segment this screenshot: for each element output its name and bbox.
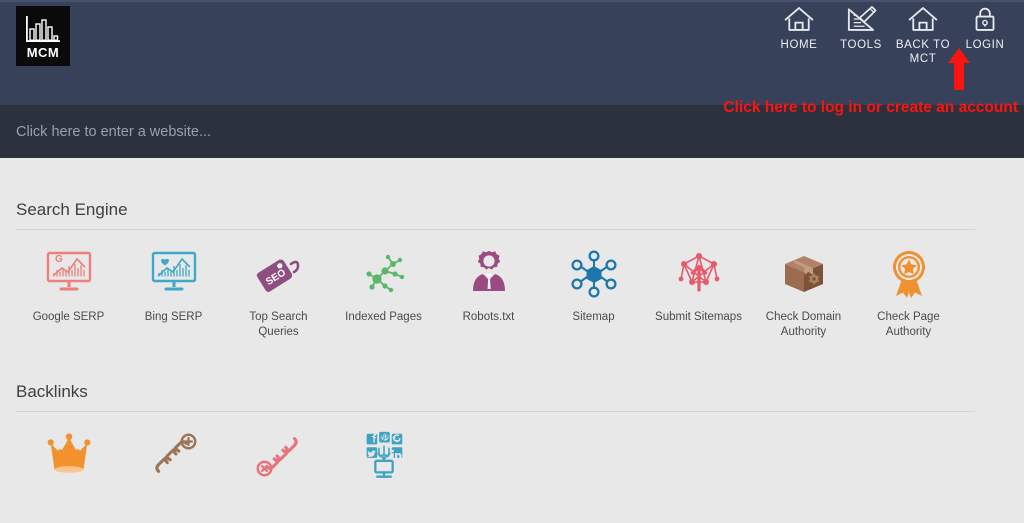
home-icon bbox=[908, 7, 938, 31]
tile-label: Top Search Queries bbox=[249, 311, 308, 338]
bar-chart-icon bbox=[26, 16, 60, 42]
section-backlinks: Backlinks bbox=[16, 340, 1008, 490]
tile-grid-backlinks bbox=[16, 412, 1008, 490]
network-nodes-icon bbox=[365, 254, 404, 293]
package-box-icon bbox=[784, 256, 823, 292]
tile-backlink-social[interactable] bbox=[331, 428, 436, 490]
tile-label: Submit Sitemaps bbox=[655, 311, 742, 323]
tile-check-domain-authority[interactable]: Check Domain Authority bbox=[751, 246, 856, 340]
tile-label: Robots.txt bbox=[462, 311, 515, 323]
monitor-google-chart-icon: G bbox=[46, 251, 91, 291]
tile-label: Check Domain Authority bbox=[765, 311, 842, 338]
tile-google-serp[interactable]: G Google SERP bbox=[16, 246, 121, 340]
nav-item-tools[interactable]: TOOLS bbox=[830, 4, 892, 52]
monitor-bing-chart-icon bbox=[151, 251, 196, 291]
section-search-engine: Search Engine G Google SERP Bing SERP SE… bbox=[16, 158, 1008, 340]
tile-backlink-crown[interactable] bbox=[16, 428, 121, 490]
chain-broken-icon bbox=[256, 437, 298, 477]
network-upload-icon bbox=[678, 253, 719, 292]
seo-tag-icon: SEO bbox=[256, 259, 299, 292]
social-media-monitor-icon bbox=[366, 431, 402, 478]
nav-item-label: TOOLS bbox=[840, 39, 882, 51]
tile-label: Google SERP bbox=[32, 311, 105, 323]
crown-icon bbox=[47, 433, 90, 473]
tile-backlink-add[interactable] bbox=[121, 428, 226, 490]
ruler-pencil-icon bbox=[847, 6, 877, 31]
tile-label: Sitemap bbox=[572, 311, 615, 323]
chain-add-icon bbox=[154, 433, 196, 473]
main-navigation: HOME TOOLS BACK TO MCT LOGIN bbox=[768, 4, 1016, 66]
nav-item-home[interactable]: HOME bbox=[768, 4, 830, 52]
tile-bing-serp[interactable]: Bing SERP bbox=[121, 246, 226, 340]
tile-check-page-authority[interactable]: Check Page Authority bbox=[856, 246, 961, 340]
tile-backlink-broken[interactable] bbox=[226, 428, 331, 490]
section-title: Search Engine bbox=[16, 200, 128, 219]
tools-body: Search Engine G Google SERP Bing SERP SE… bbox=[0, 158, 1024, 523]
tile-indexed-pages[interactable]: Indexed Pages bbox=[331, 246, 436, 340]
hexagon-network-icon bbox=[570, 250, 617, 298]
website-search-bar[interactable] bbox=[0, 105, 1024, 158]
tile-sitemap[interactable]: Sitemap bbox=[541, 246, 646, 340]
tile-label: Check Page Authority bbox=[877, 311, 940, 338]
home-icon bbox=[784, 7, 814, 31]
lock-icon bbox=[975, 7, 995, 31]
robot-person-gear-icon bbox=[472, 251, 505, 291]
tile-grid-search-engine: G Google SERP Bing SERP SEO Top Search Q… bbox=[16, 230, 1008, 340]
nav-item-login[interactable]: LOGIN bbox=[954, 4, 1016, 52]
logo-text: MCM bbox=[26, 45, 60, 60]
svg-text:G: G bbox=[55, 254, 63, 265]
award-rosette-icon bbox=[892, 251, 925, 298]
tile-top-search-queries[interactable]: SEO Top Search Queries bbox=[226, 246, 331, 340]
tile-label: Indexed Pages bbox=[345, 311, 422, 323]
section-title: Backlinks bbox=[16, 382, 88, 401]
logo[interactable]: MCM bbox=[16, 6, 70, 66]
tile-label: Bing SERP bbox=[144, 311, 203, 323]
nav-item-label: BACK TO MCT bbox=[895, 39, 951, 65]
nav-item-label: HOME bbox=[780, 39, 818, 51]
tile-robots-txt[interactable]: Robots.txt bbox=[436, 246, 541, 340]
up-arrow-icon bbox=[948, 48, 970, 90]
site-header: MCM HOME TOOLS BACK TO MCT LOGIN bbox=[0, 0, 1024, 105]
tile-submit-sitemaps[interactable]: Submit Sitemaps bbox=[646, 246, 751, 340]
search-input[interactable] bbox=[16, 123, 716, 140]
